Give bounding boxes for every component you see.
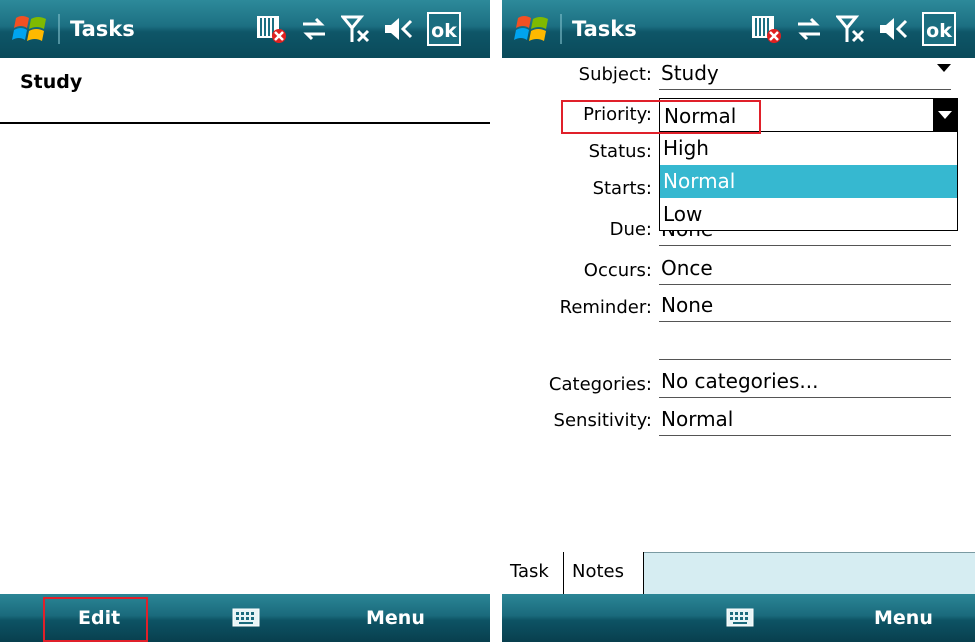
occurs-value: Once — [661, 256, 713, 280]
priority-value: Normal — [664, 104, 737, 128]
keyboard-icon[interactable] — [232, 606, 260, 628]
priority-label: Priority: — [583, 104, 652, 125]
ok-button[interactable]: ok — [427, 12, 461, 46]
task-name: Study — [20, 71, 83, 93]
tab-strip: Task Notes — [502, 552, 975, 595]
title-separator — [58, 14, 60, 44]
title-bar: Tasks ok — [502, 0, 975, 58]
ok-button[interactable]: ok — [922, 12, 956, 46]
app-title: Tasks — [572, 17, 637, 41]
categories-label: Categories: — [548, 374, 652, 395]
occurs-label: Occurs: — [583, 260, 652, 281]
sync-arrows-icon[interactable] — [299, 15, 329, 43]
dropdown-arrow-icon[interactable] — [933, 99, 957, 131]
windows-start-icon[interactable] — [514, 10, 552, 48]
title-separator — [560, 14, 562, 44]
sensitivity-label: Sensitivity: — [553, 410, 652, 431]
empty-field[interactable] — [659, 328, 951, 360]
sensitivity-value: Normal — [661, 407, 734, 431]
speaker-icon[interactable] — [878, 15, 910, 43]
softkey-bar: Edit Menu — [0, 594, 490, 642]
categories-field[interactable]: No categories... — [659, 366, 951, 398]
priority-option-high[interactable]: High — [660, 132, 957, 165]
chevron-down-icon[interactable] — [937, 64, 951, 72]
subject-value: Study — [661, 61, 719, 85]
reminder-label: Reminder: — [559, 297, 652, 318]
priority-options-list: High Normal Low — [659, 131, 958, 231]
task-list-item[interactable]: Study — [0, 58, 490, 124]
softkey-bar: Menu — [502, 594, 975, 642]
edit-softkey[interactable]: Edit — [78, 594, 120, 642]
subject-field[interactable]: Study — [659, 58, 951, 90]
priority-option-normal[interactable]: Normal — [660, 165, 957, 198]
speaker-icon[interactable] — [383, 15, 415, 43]
menu-softkey[interactable]: Menu — [874, 594, 933, 642]
status-label: Status: — [588, 141, 652, 162]
status-icons: ok — [750, 12, 956, 46]
windows-start-icon[interactable] — [12, 10, 50, 48]
priority-dropdown[interactable]: Normal — [659, 98, 958, 132]
no-signal-icon[interactable] — [836, 14, 866, 44]
occurs-field[interactable]: Once — [659, 253, 951, 285]
tab-task[interactable]: Task — [502, 552, 564, 594]
tasks-list-screen: Tasks ok Study Edit Menu — [0, 0, 490, 642]
app-title: Tasks — [70, 17, 135, 41]
no-signal-icon[interactable] — [341, 14, 371, 44]
task-edit-screen: Tasks ok Subject: Study Priority: Normal… — [502, 0, 975, 642]
sim-card-icon[interactable] — [255, 14, 287, 44]
starts-label: Starts: — [592, 178, 652, 199]
sync-arrows-icon[interactable] — [794, 15, 824, 43]
due-label: Due: — [609, 219, 652, 240]
subject-label: Subject: — [578, 64, 652, 85]
reminder-value: None — [661, 293, 714, 317]
title-bar: Tasks ok — [0, 0, 490, 58]
menu-softkey[interactable]: Menu — [366, 594, 425, 642]
tab-notes[interactable]: Notes — [564, 552, 644, 594]
screen-divider — [490, 0, 502, 642]
reminder-field[interactable]: None — [659, 290, 951, 322]
status-icons: ok — [255, 12, 461, 46]
categories-value: No categories... — [661, 369, 819, 393]
sensitivity-field[interactable]: Normal — [659, 404, 951, 436]
keyboard-icon[interactable] — [726, 606, 754, 628]
sim-card-icon[interactable] — [750, 14, 782, 44]
priority-option-low[interactable]: Low — [660, 198, 957, 231]
